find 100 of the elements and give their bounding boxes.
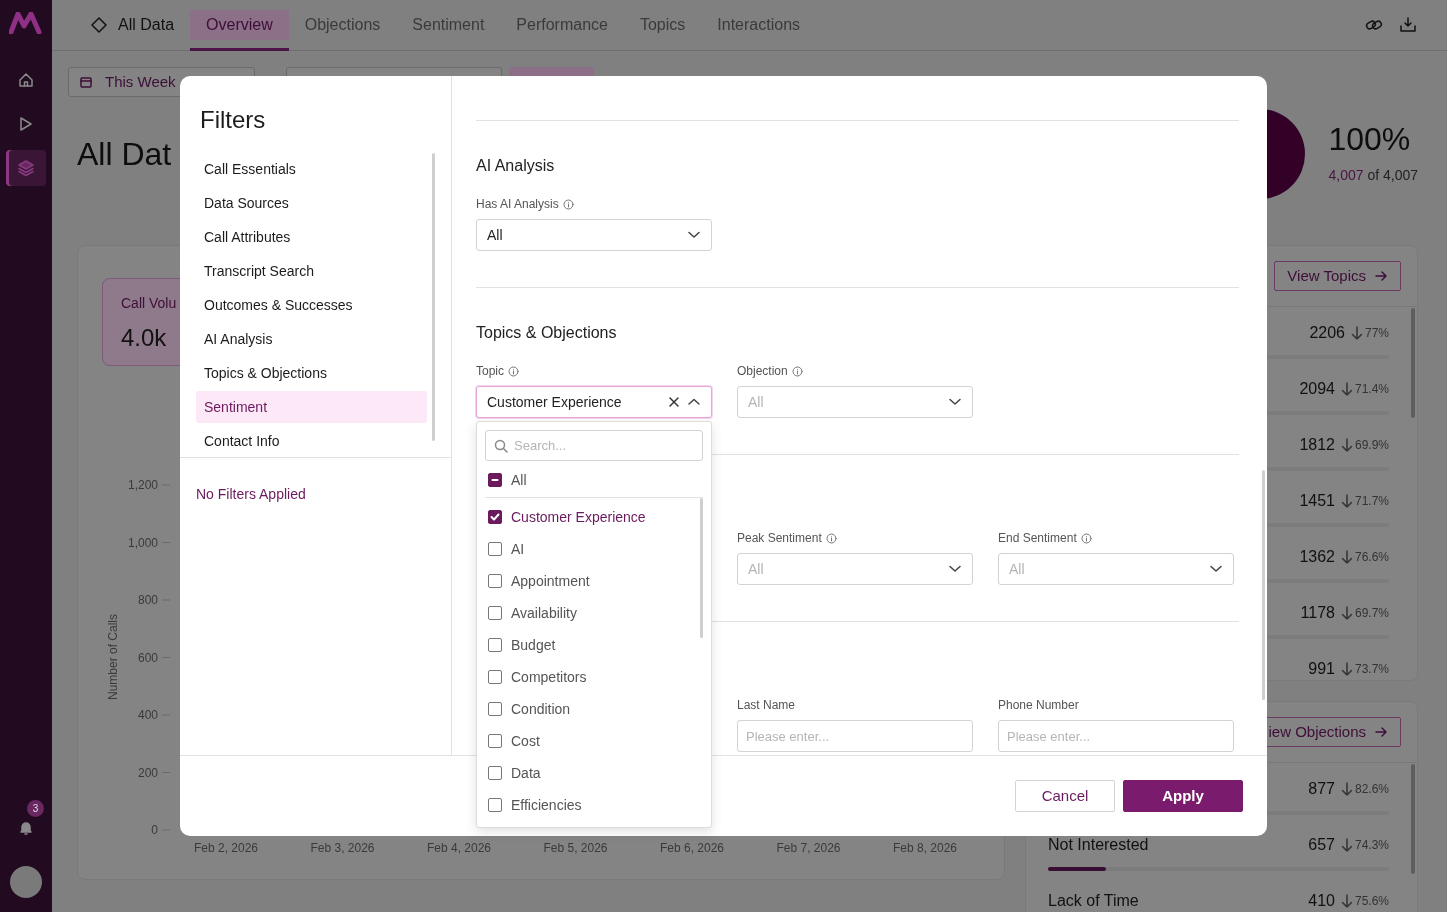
coverage-percent: 100% bbox=[1328, 121, 1412, 158]
bell-icon bbox=[18, 820, 34, 836]
down-arrow-icon bbox=[1350, 326, 1363, 340]
search-field[interactable]: Search... bbox=[485, 430, 703, 461]
clear-icon bbox=[667, 395, 681, 409]
axis-tick-label: 800 bbox=[137, 593, 158, 607]
checkbox[interactable] bbox=[488, 542, 502, 556]
field-label: Objection bbox=[737, 365, 788, 378]
row-change: 69.9% bbox=[1354, 437, 1389, 454]
select-field[interactable]: All bbox=[476, 219, 712, 251]
field-label: Topic bbox=[476, 365, 504, 378]
axis-tick-label: Feb 4, 2026 bbox=[426, 841, 492, 855]
filter-category[interactable]: Call Attributes bbox=[196, 221, 427, 253]
cancel-button[interactable]: Cancel bbox=[1015, 780, 1115, 812]
option-label[interactable]: Availability bbox=[511, 602, 577, 624]
field-label: Has AI Analysis bbox=[476, 198, 559, 211]
filters-status-link[interactable]: No Filters Applied bbox=[196, 486, 306, 502]
checkbox[interactable] bbox=[488, 798, 502, 812]
row-label: Lack of Time bbox=[1048, 891, 1140, 911]
row-change: 69.7% bbox=[1354, 605, 1389, 622]
option-label[interactable]: Efficiencies bbox=[511, 794, 582, 816]
axis-tick-label: 600 bbox=[137, 650, 158, 665]
row-value: 877 bbox=[1308, 779, 1335, 799]
option-label[interactable]: All bbox=[511, 469, 527, 491]
option-label[interactable]: Data bbox=[511, 762, 541, 784]
filter-category[interactable]: Outcomes & Successes bbox=[196, 289, 427, 321]
axis-tick-label: Feb 5, 2026 bbox=[543, 841, 608, 855]
dialog-title: Filters bbox=[199, 105, 267, 135]
calendar-icon bbox=[79, 75, 93, 89]
axis-tick-label: Feb 2, 2026 bbox=[193, 841, 259, 855]
row-change: 75.6% bbox=[1354, 893, 1389, 910]
option-label[interactable]: Budget bbox=[511, 634, 556, 656]
field-label: Peak Sentiment bbox=[737, 532, 822, 545]
checkbox[interactable] bbox=[488, 702, 502, 716]
row-change: 71.7% bbox=[1354, 493, 1389, 510]
row-change: 77% bbox=[1364, 325, 1389, 342]
axis-title: Number of Calls bbox=[106, 614, 120, 700]
row-value: 1451 bbox=[1299, 491, 1335, 511]
checkbox[interactable] bbox=[488, 670, 502, 684]
view-topics-button[interactable]: View Topics bbox=[1274, 261, 1401, 291]
home-icon bbox=[17, 71, 35, 89]
info-icon bbox=[791, 366, 803, 377]
avatar[interactable] bbox=[10, 866, 42, 898]
field-label: Last Name bbox=[737, 699, 796, 712]
down-arrow-icon bbox=[1340, 662, 1353, 676]
option-label[interactable]: Cost bbox=[511, 730, 540, 752]
checkbox[interactable] bbox=[488, 638, 502, 652]
filter-category[interactable]: Data Sources bbox=[196, 187, 427, 219]
down-arrow-icon bbox=[1340, 550, 1353, 564]
apply-button[interactable]: Apply bbox=[1123, 780, 1243, 812]
checkbox[interactable] bbox=[488, 606, 502, 620]
arrow-right-icon bbox=[1374, 725, 1388, 739]
sidebar-item[interactable] bbox=[6, 150, 46, 186]
logo-icon bbox=[9, 12, 43, 34]
checkbox[interactable] bbox=[488, 574, 502, 588]
down-arrow-icon bbox=[1340, 838, 1353, 852]
filter-category[interactable]: AI Analysis bbox=[196, 323, 427, 355]
row-value: 1812 bbox=[1299, 435, 1335, 455]
download-icon bbox=[1399, 16, 1417, 34]
option-label[interactable]: Customer Experience bbox=[511, 506, 646, 528]
down-arrow-icon bbox=[1340, 782, 1353, 796]
row-change: 82.6% bbox=[1354, 781, 1389, 798]
axis-tick-label: 1,200 bbox=[127, 478, 158, 492]
row-label: Not Interested bbox=[1048, 835, 1150, 855]
row-value: 2206 bbox=[1309, 323, 1345, 343]
arrow-right-icon bbox=[1374, 269, 1388, 283]
select-field[interactable]: Customer Experience bbox=[476, 386, 712, 418]
down-arrow-icon bbox=[1340, 438, 1353, 452]
field-label: End Sentiment bbox=[998, 532, 1077, 545]
axis-tick-label: Feb 8, 2026 bbox=[892, 841, 958, 855]
row-change: 71.4% bbox=[1354, 381, 1389, 398]
row-value: 991 bbox=[1308, 659, 1335, 679]
row-value: 2094 bbox=[1299, 379, 1335, 399]
filter-category[interactable]: Transcript Search bbox=[196, 255, 427, 287]
filter-category[interactable]: Topics & Objections bbox=[196, 357, 427, 389]
option-label[interactable]: Competitors bbox=[511, 666, 587, 688]
row-value: 410 bbox=[1308, 891, 1335, 911]
checkbox[interactable] bbox=[488, 734, 502, 748]
row-change: 76.6% bbox=[1354, 549, 1389, 566]
layers-icon bbox=[17, 159, 35, 177]
checkbox[interactable] bbox=[488, 510, 502, 524]
axis-tick-label: 0 bbox=[151, 823, 158, 837]
breadcrumb-link[interactable]: All Data bbox=[74, 0, 191, 50]
text-input-field[interactable]: Please enter... bbox=[998, 720, 1234, 752]
search-icon bbox=[494, 438, 508, 453]
checkbox[interactable] bbox=[488, 766, 502, 780]
info-icon bbox=[825, 533, 837, 544]
axis-tick-label: Feb 3, 2026 bbox=[310, 841, 375, 855]
section-title: AI Analysis bbox=[476, 156, 556, 176]
text-input-field[interactable]: Please enter... bbox=[737, 720, 973, 752]
filter-category[interactable]: Contact Info bbox=[196, 425, 427, 457]
filter-category[interactable]: Sentiment bbox=[196, 391, 427, 423]
filter-category[interactable]: Call Essentials bbox=[196, 153, 427, 185]
checkbox[interactable] bbox=[488, 473, 502, 487]
down-arrow-icon bbox=[1340, 606, 1353, 620]
down-arrow-icon bbox=[1340, 494, 1353, 508]
down-arrow-icon bbox=[1340, 894, 1353, 908]
option-label[interactable]: Appointment bbox=[511, 570, 590, 592]
option-label[interactable]: Condition bbox=[511, 698, 571, 720]
option-label[interactable]: AI bbox=[511, 538, 525, 560]
